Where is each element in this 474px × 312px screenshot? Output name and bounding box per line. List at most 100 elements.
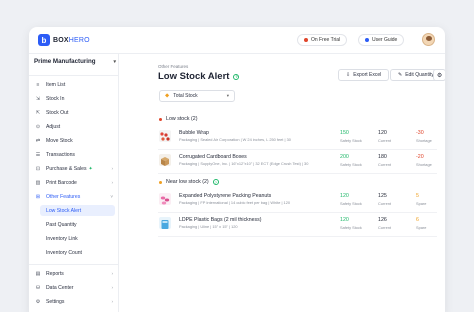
sidebar-item-label: Data Center [46,284,74,291]
logo[interactable]: b BOXHERO [38,34,90,46]
near-low-stock-section-label: Near low stock (2) [166,179,209,185]
sidebar-item-reports[interactable]: ▤ Reports › [35,268,115,279]
current-value: 125 [378,193,387,199]
safety-stock-label: Safety Stock [340,201,362,206]
item-name: Corrugated Cardboard Boxes [179,154,247,160]
sidebar-item-purchase-sales[interactable]: ⊡ Purchase & Sales ✦ › [35,163,115,174]
workspace-selector[interactable]: Prime Manufacturing ▾ [34,58,116,65]
sidebar-subitem-past-quantity[interactable]: Past Quantity [46,219,114,230]
adjust-icon: ⊙ [35,123,41,130]
sidebar-item-data-center[interactable]: ⛁ Data Center › [35,282,115,293]
settings-button[interactable]: ⚙ [433,69,445,81]
user-guide-button[interactable]: User Guide [358,34,405,46]
sidebar-subitem-label: Past Quantity [46,221,77,228]
transactions-icon: ☰ [35,151,41,158]
free-trial-label: On Free Trial [311,37,341,43]
sidebar-item-label: Move Stock [46,137,73,144]
barcode-icon: ▥ [35,179,41,186]
safety-stock-label: Safety Stock [340,225,362,230]
edit-quantity-label: Edit Quantity [405,72,434,78]
help-icon[interactable]: ? [233,73,240,80]
chevron-down-icon: ▾ [113,58,117,65]
sidebar-item-adjust[interactable]: ⊙ Adjust [35,121,115,132]
table-row[interactable]: Expanded Polystyrene Packing Peanuts Pac… [158,189,437,213]
sidebar-item-label: Reports [46,270,64,277]
chevron-right-icon: › [111,180,114,185]
sidebar-item-stock-in[interactable]: ⇲ Stock In [35,93,115,104]
shortage-label: Shortage [416,138,432,143]
table-row[interactable]: Corrugated Cardboard Boxes Packaging | S… [158,150,437,174]
current-label: Current [378,138,391,143]
spare-label: Spare [416,201,427,206]
divider [29,264,119,265]
shortage-value: -20 [416,154,424,160]
sidebar-subitem-inventory-count[interactable]: Inventory Count [46,247,114,258]
sidebar-item-other-features[interactable]: ⊞ Other Features ˅ [35,191,115,202]
sidebar-item-label: Transactions [46,151,75,158]
safety-stock-value: 150 [340,130,349,136]
item-meta: Packaging | SupplyOne, Inc. | 16"x12"x10… [179,161,309,166]
plastic-bags-thumbnail [159,217,171,229]
spare-value: 6 [416,217,419,223]
low-stock-dot-icon [159,117,162,121]
safety-stock-label: Safety Stock [340,162,362,167]
item-meta: Packaging | FP International | 14 cubic … [179,200,291,205]
filter-select[interactable]: ⬥ Total Stock ▾ [159,90,235,102]
logo-text-hero: HERO [68,36,90,44]
sidebar-item-stock-out[interactable]: ⇱ Stock Out [35,107,115,118]
free-trial-button[interactable]: On Free Trial [297,34,348,46]
chevron-down-icon: ▾ [226,93,229,98]
sidebar-item-label: Adjust [46,123,61,130]
sidebar-item-transactions[interactable]: ☰ Transactions [35,149,115,160]
guide-dot-icon [365,38,369,42]
current-value: 126 [378,217,387,223]
gear-icon: ⚙ [35,298,41,305]
table-row[interactable]: LDPE Plastic Bags (2 mil thickness) Pack… [158,213,437,237]
safety-stock-value: 120 [340,193,349,199]
divider [29,75,119,76]
avatar[interactable] [422,33,435,46]
near-low-stock-dot-icon [159,180,162,184]
shortage-value: -30 [416,130,424,136]
item-meta: Packaging | Sealed Air Corporation | W 2… [179,137,291,142]
sidebar-item-label: Purchase & Sales [46,165,87,172]
sidebar-item-move-stock[interactable]: ⇄ Move Stock [35,135,115,146]
sidebar-item-print-barcode[interactable]: ▥ Print Barcode › [35,177,115,188]
app-window: b BOXHERO On Free Trial User Guide Prime… [29,27,445,312]
spare-label: Spare [416,225,427,230]
gear-icon: ⚙ [436,72,443,79]
current-value: 120 [378,130,387,136]
features-icon: ⊞ [35,193,41,200]
chevron-right-icon: › [111,285,114,290]
sidebar-item-label: Print Barcode [46,179,77,186]
current-label: Current [378,225,391,230]
item-name: Bubble Wrap [179,130,209,136]
stock-out-icon: ⇱ [35,109,41,116]
stock-in-icon: ⇲ [35,95,41,102]
main-content: Other Features Low Stock Alert ? ⇩ Expor… [120,54,445,312]
export-excel-button[interactable]: ⇩ Export Excel [338,69,390,81]
workspace-name: Prime Manufacturing [34,58,96,65]
item-name: Expanded Polystyrene Packing Peanuts [179,193,272,199]
sidebar-item-item-list[interactable]: ≡ Item List [35,79,115,90]
breadcrumb[interactable]: Other Features [158,64,188,69]
top-bar: b BOXHERO On Free Trial User Guide [29,27,445,54]
safety-stock-value: 120 [340,217,349,223]
sidebar-subitem-inventory-link[interactable]: Inventory Link [46,233,114,244]
sparkle-icon: ✦ [88,165,93,172]
logo-icon: b [38,34,50,46]
data-center-icon: ⛁ [35,284,41,291]
page-title-text: Low Stock Alert [158,71,230,82]
sidebar-item-label: Item List [46,81,66,88]
export-icon: ⇩ [346,72,351,78]
reports-icon: ▤ [35,270,41,277]
sidebar-item-settings[interactable]: ⚙ Settings › [35,296,115,307]
location-pin-icon: ⬥ [165,92,170,99]
safety-stock-value: 200 [340,154,349,160]
help-icon[interactable]: ? [212,179,219,185]
sidebar-subitem-low-stock-alert[interactable]: Low Stock Alert [40,205,115,216]
near-low-stock-section-header: Near low stock (2) ? [159,179,219,185]
table-row[interactable]: Bubble Wrap Packaging | Sealed Air Corpo… [158,126,437,150]
cardboard-box-thumbnail [159,154,171,166]
filter-select-value: Total Stock [173,93,198,99]
